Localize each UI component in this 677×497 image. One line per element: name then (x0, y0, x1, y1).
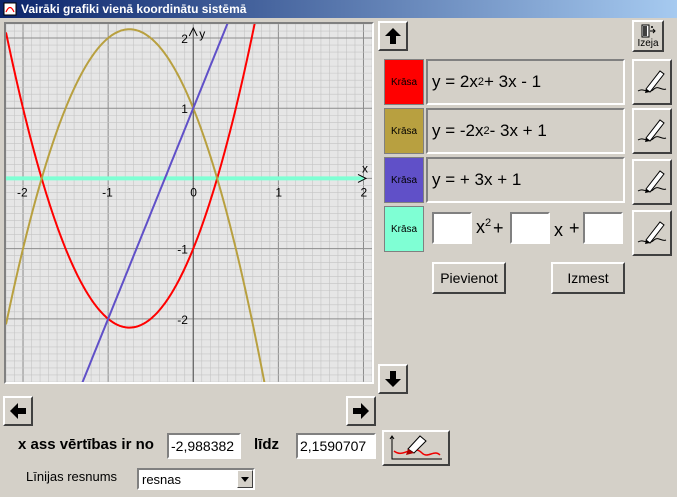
color-button-new[interactable]: Krāsa (384, 206, 424, 252)
pen-icon (637, 70, 667, 93)
x-tick-label: -2 (17, 185, 28, 199)
window-title: Vairāki grafiki vienā koordinātu sistēmā (21, 2, 247, 16)
coef-a-input[interactable] (432, 212, 472, 244)
draw-graph-button[interactable] (382, 430, 450, 466)
line-width-select[interactable]: resnas (137, 468, 255, 490)
arrow-right-icon (353, 403, 369, 419)
exit-label: Izeja (637, 37, 659, 49)
range-to-label: līdz (254, 436, 279, 453)
y-tick-label: 2 (181, 32, 188, 46)
pen-icon (637, 170, 667, 193)
x2-label: x2 (476, 217, 492, 237)
chevron-down-icon[interactable] (237, 470, 253, 488)
exit-button[interactable]: Izeja (632, 20, 664, 52)
arrow-up-icon (385, 28, 401, 44)
equation-1: y = 2x 2 + 3x - 1 (426, 59, 625, 105)
plus-sign-1: + (493, 218, 504, 238)
coef-b-input[interactable] (510, 212, 550, 244)
y-tick-label: 1 (181, 102, 188, 116)
line-width-label: Līnijas resnums (26, 469, 118, 484)
edit-button-1[interactable] (632, 59, 672, 105)
coef-c-input[interactable] (583, 212, 623, 244)
x-tick-label: -1 (102, 185, 113, 199)
x-tick-label: 2 (360, 185, 367, 199)
x-tick-label: 0 (190, 185, 197, 199)
graph-area: x y -2 -1 0 1 2 2 1 -1 -2 (4, 22, 374, 384)
scroll-left-button[interactable] (3, 396, 33, 426)
draw-graph-icon (389, 435, 442, 460)
app-icon (3, 2, 17, 16)
scroll-down-button[interactable] (378, 364, 408, 394)
color-button-3[interactable]: Krāsa (384, 157, 424, 203)
x-axis-label: x (362, 161, 368, 175)
scroll-right-button[interactable] (346, 396, 376, 426)
pen-icon (637, 221, 667, 244)
y-axis-label: y (199, 27, 205, 41)
function-graph-2 (6, 28, 266, 382)
scroll-up-button[interactable] (378, 21, 408, 51)
range-from-label: x ass vērtības ir no (18, 436, 154, 453)
x-tick-label: 1 (275, 185, 282, 199)
edit-button-3[interactable] (632, 159, 672, 205)
pen-icon (637, 119, 667, 142)
edit-button-2[interactable] (632, 108, 672, 154)
title-bar: Vairāki grafiki vienā koordinātu sistēmā (0, 0, 677, 18)
range-to-input[interactable] (296, 433, 376, 459)
range-from-input[interactable] (167, 433, 241, 459)
equation-3: y = + 3x + 1 (426, 157, 625, 203)
arrow-down-icon (385, 371, 401, 387)
add-button[interactable]: Pievienot (432, 262, 506, 294)
arrow-left-icon (10, 403, 26, 419)
plus-sign-2: + (569, 218, 580, 238)
function-graph-3 (81, 24, 229, 382)
x-label: x (554, 220, 563, 240)
equation-2: y = -2x 2 - 3x + 1 (426, 108, 625, 154)
remove-button[interactable]: Izmest (551, 262, 625, 294)
graph-plot: x y -2 -1 0 1 2 2 1 -1 -2 (6, 24, 372, 382)
y-tick-label: -1 (177, 243, 188, 257)
y-tick-label: -2 (177, 313, 188, 327)
color-button-1[interactable]: Krāsa (384, 59, 424, 105)
edit-button-4[interactable] (632, 210, 672, 256)
color-button-2[interactable]: Krāsa (384, 108, 424, 154)
exit-door-icon (641, 24, 656, 37)
